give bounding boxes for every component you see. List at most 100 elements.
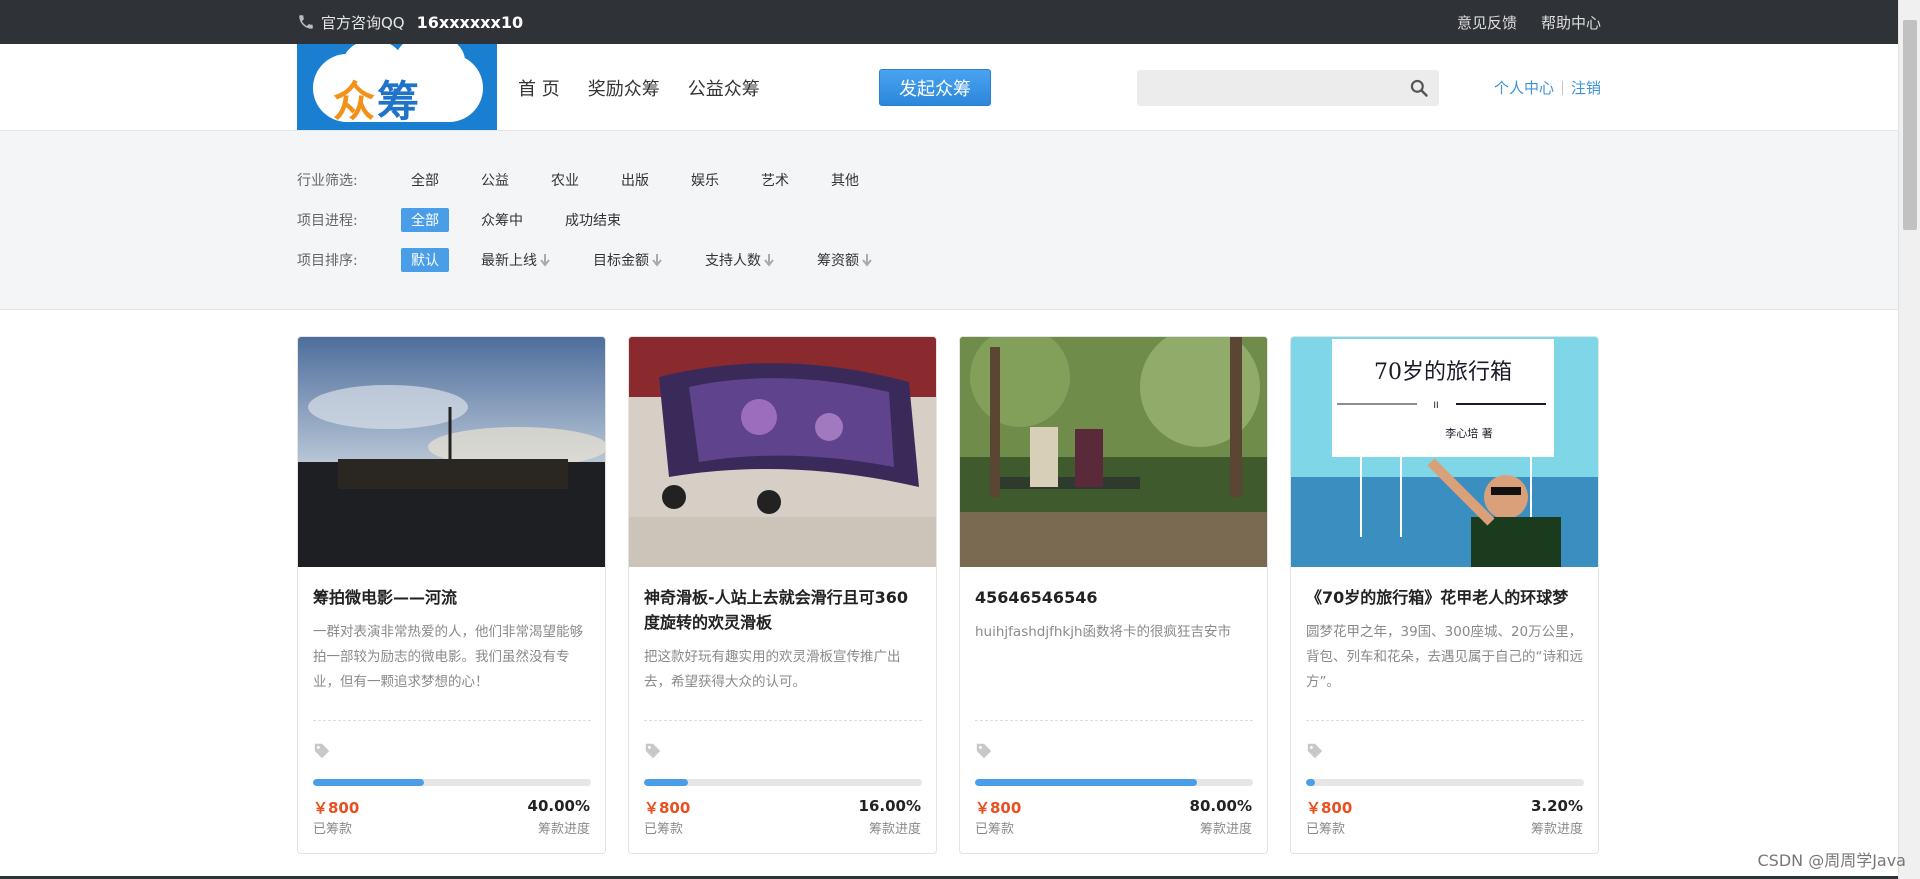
project-description: 圆梦花甲之年，39国、300座城、20万公里，背包、列车和花朵，去遇见属于自己的… (1306, 624, 1583, 690)
logout-link[interactable]: 注销 (1571, 77, 1601, 98)
progress-filter-label: 项目进程: (297, 213, 358, 229)
progress-percent: 16.00% (858, 797, 921, 815)
progress-option-ongoing[interactable]: 众筹中 (471, 208, 533, 232)
industry-option-agriculture[interactable]: 农业 (541, 168, 589, 192)
sort-option-raised-amount[interactable]: 筹资额 (807, 248, 883, 272)
watermark: CSDN @周周学Java (1757, 851, 1906, 870)
project-title[interactable]: 《70岁的旅行箱》花甲老人的环球梦 (1306, 585, 1586, 610)
phone-icon (299, 15, 313, 29)
progress-percent: 40.00% (527, 797, 590, 815)
sort-filter-label: 项目排序: (297, 253, 358, 269)
project-image[interactable]: 70岁的旅行箱 II 李心培 著 (1291, 337, 1598, 567)
arrow-down-icon (862, 254, 872, 267)
top-bar: 官方咨询QQ 16xxxxxx10 意见反馈 帮助中心 (0, 0, 1898, 44)
raised-amount-label: 已筹款 (1306, 822, 1346, 837)
filter-panel: 行业筛选: 全部 公益 农业 出版 娱乐 艺术 其他 项目进程: 全部 众筹中 … (0, 131, 1898, 310)
help-center-link[interactable]: 帮助中心 (1541, 12, 1601, 33)
progress-bar (1306, 779, 1584, 786)
site-logo[interactable]: 众筹 (297, 44, 497, 130)
project-image[interactable] (298, 337, 605, 567)
progress-filter-row: 项目进程: 全部 众筹中 成功结束 (297, 208, 653, 232)
feedback-link[interactable]: 意见反馈 (1457, 12, 1517, 33)
project-card[interactable]: 筹拍微电影——河流 一群对表演非常热爱的人，他们非常渴望能够拍一部较为励志的微电… (297, 336, 606, 854)
progress-percent-label: 筹款进度 (1199, 822, 1252, 837)
sort-option-target-amount[interactable]: 目标金额 (583, 248, 673, 272)
tag-icon (645, 743, 661, 759)
raised-amount: ￥800 (975, 799, 1022, 817)
search-box (1137, 70, 1439, 106)
personal-center-link[interactable]: 个人中心 (1494, 77, 1554, 98)
divider (1306, 720, 1584, 721)
industry-option-art[interactable]: 艺术 (751, 168, 799, 192)
project-description: 一群对表演非常热爱的人，他们非常渴望能够拍一部较为励志的微电影。我们虽然没有专业… (313, 624, 583, 690)
progress-percent-label: 筹款进度 (1530, 822, 1583, 837)
page-scrollbar[interactable] (1898, 0, 1920, 879)
raised-amount-label: 已筹款 (975, 822, 1015, 837)
arrow-down-icon (652, 254, 662, 267)
industry-filter-row: 行业筛选: 全部 公益 农业 出版 娱乐 艺术 其他 (297, 169, 891, 191)
divider (644, 720, 922, 721)
scrollbar-thumb[interactable] (1903, 20, 1917, 230)
progress-fill (644, 779, 689, 786)
progress-percent-label: 筹款进度 (868, 822, 921, 837)
project-image[interactable] (960, 337, 1267, 567)
progress-option-finished[interactable]: 成功结束 (555, 208, 631, 232)
project-card[interactable]: 神奇滑板-人站上去就会滑行且可360度旋转的欢灵滑板 把这款好玩有趣实用的欢灵滑… (628, 336, 937, 854)
cover-author: 李心培 著 (1445, 426, 1493, 440)
cover-mark: II (1433, 401, 1438, 411)
cover-title: 70岁的旅行箱 (1374, 360, 1512, 385)
progress-fill (313, 779, 425, 786)
sort-filter-row: 项目排序: 默认 最新上线 目标金额 支持人数 筹资额 (297, 248, 905, 272)
progress-percent: 3.20% (1530, 797, 1583, 815)
tag-icon (1307, 743, 1323, 759)
progress-option-all[interactable]: 全部 (401, 208, 449, 232)
progress-bar (975, 779, 1253, 786)
search-icon[interactable] (1409, 78, 1429, 98)
nav-reward-crowdfunding[interactable]: 奖励众筹 (588, 75, 660, 101)
industry-option-other[interactable]: 其他 (821, 168, 869, 192)
contact-qq: 16xxxxxx10 (416, 12, 524, 32)
raised-amount: ￥800 (644, 799, 691, 817)
project-title[interactable]: 神奇滑板-人站上去就会滑行且可360度旋转的欢灵滑板 (644, 585, 924, 635)
raised-amount: ￥800 (313, 799, 360, 817)
project-list: 筹拍微电影——河流 一群对表演非常热爱的人，他们非常渴望能够拍一部较为励志的微电… (297, 336, 1601, 856)
nav-home[interactable]: 首 页 (518, 75, 560, 101)
sort-option-supporters[interactable]: 支持人数 (695, 248, 785, 272)
arrow-down-icon (540, 254, 550, 267)
industry-option-entertainment[interactable]: 娱乐 (681, 168, 729, 192)
contact-label: 官方咨询QQ (321, 13, 405, 32)
project-title[interactable]: 45646546546 (975, 585, 1255, 610)
divider (313, 720, 591, 721)
raised-amount: ￥800 (1306, 799, 1353, 817)
project-description: huihjfashdjfhkjh函数将卡的很疯狂吉安市 (975, 624, 1232, 640)
divider (975, 720, 1253, 721)
progress-fill (1306, 779, 1315, 786)
logo-text: 众筹 (333, 77, 422, 126)
tag-icon (314, 743, 330, 759)
arrow-down-icon (764, 254, 774, 267)
raised-amount-label: 已筹款 (644, 822, 684, 837)
raised-amount-label: 已筹款 (313, 822, 353, 837)
sort-option-default[interactable]: 默认 (401, 248, 449, 272)
industry-filter-label: 行业筛选: (297, 173, 358, 189)
project-image[interactable] (629, 337, 936, 567)
progress-fill (975, 779, 1198, 786)
project-title[interactable]: 筹拍微电影——河流 (313, 585, 593, 610)
project-description: 把这款好玩有趣实用的欢灵滑板宣传推广出去，希望获得大众的认可。 (644, 649, 901, 690)
nav-charity-crowdfunding[interactable]: 公益众筹 (688, 75, 760, 101)
industry-option-all[interactable]: 全部 (401, 168, 449, 192)
industry-option-charity[interactable]: 公益 (471, 168, 519, 192)
site-header: 众筹 首 页 奖励众筹 公益众筹 发起众筹 个人中心 注销 (0, 44, 1898, 131)
project-card[interactable]: 45646546546 huihjfashdjfhkjh函数将卡的很疯狂吉安市 … (959, 336, 1268, 854)
progress-bar (313, 779, 591, 786)
main-nav: 首 页 奖励众筹 公益众筹 (518, 44, 760, 131)
industry-option-publishing[interactable]: 出版 (611, 168, 659, 192)
search-input[interactable] (1137, 70, 1397, 106)
project-card[interactable]: 70岁的旅行箱 II 李心培 著 《70岁的旅行箱》花甲老人的环球梦 圆梦花甲之… (1290, 336, 1599, 854)
contact-info: 官方咨询QQ 16xxxxxx10 (297, 12, 523, 33)
tag-icon (976, 743, 992, 759)
link-divider (1561, 80, 1563, 95)
progress-percent-label: 筹款进度 (537, 822, 590, 837)
sort-option-newest[interactable]: 最新上线 (471, 248, 561, 272)
launch-crowdfunding-button[interactable]: 发起众筹 (879, 69, 991, 106)
